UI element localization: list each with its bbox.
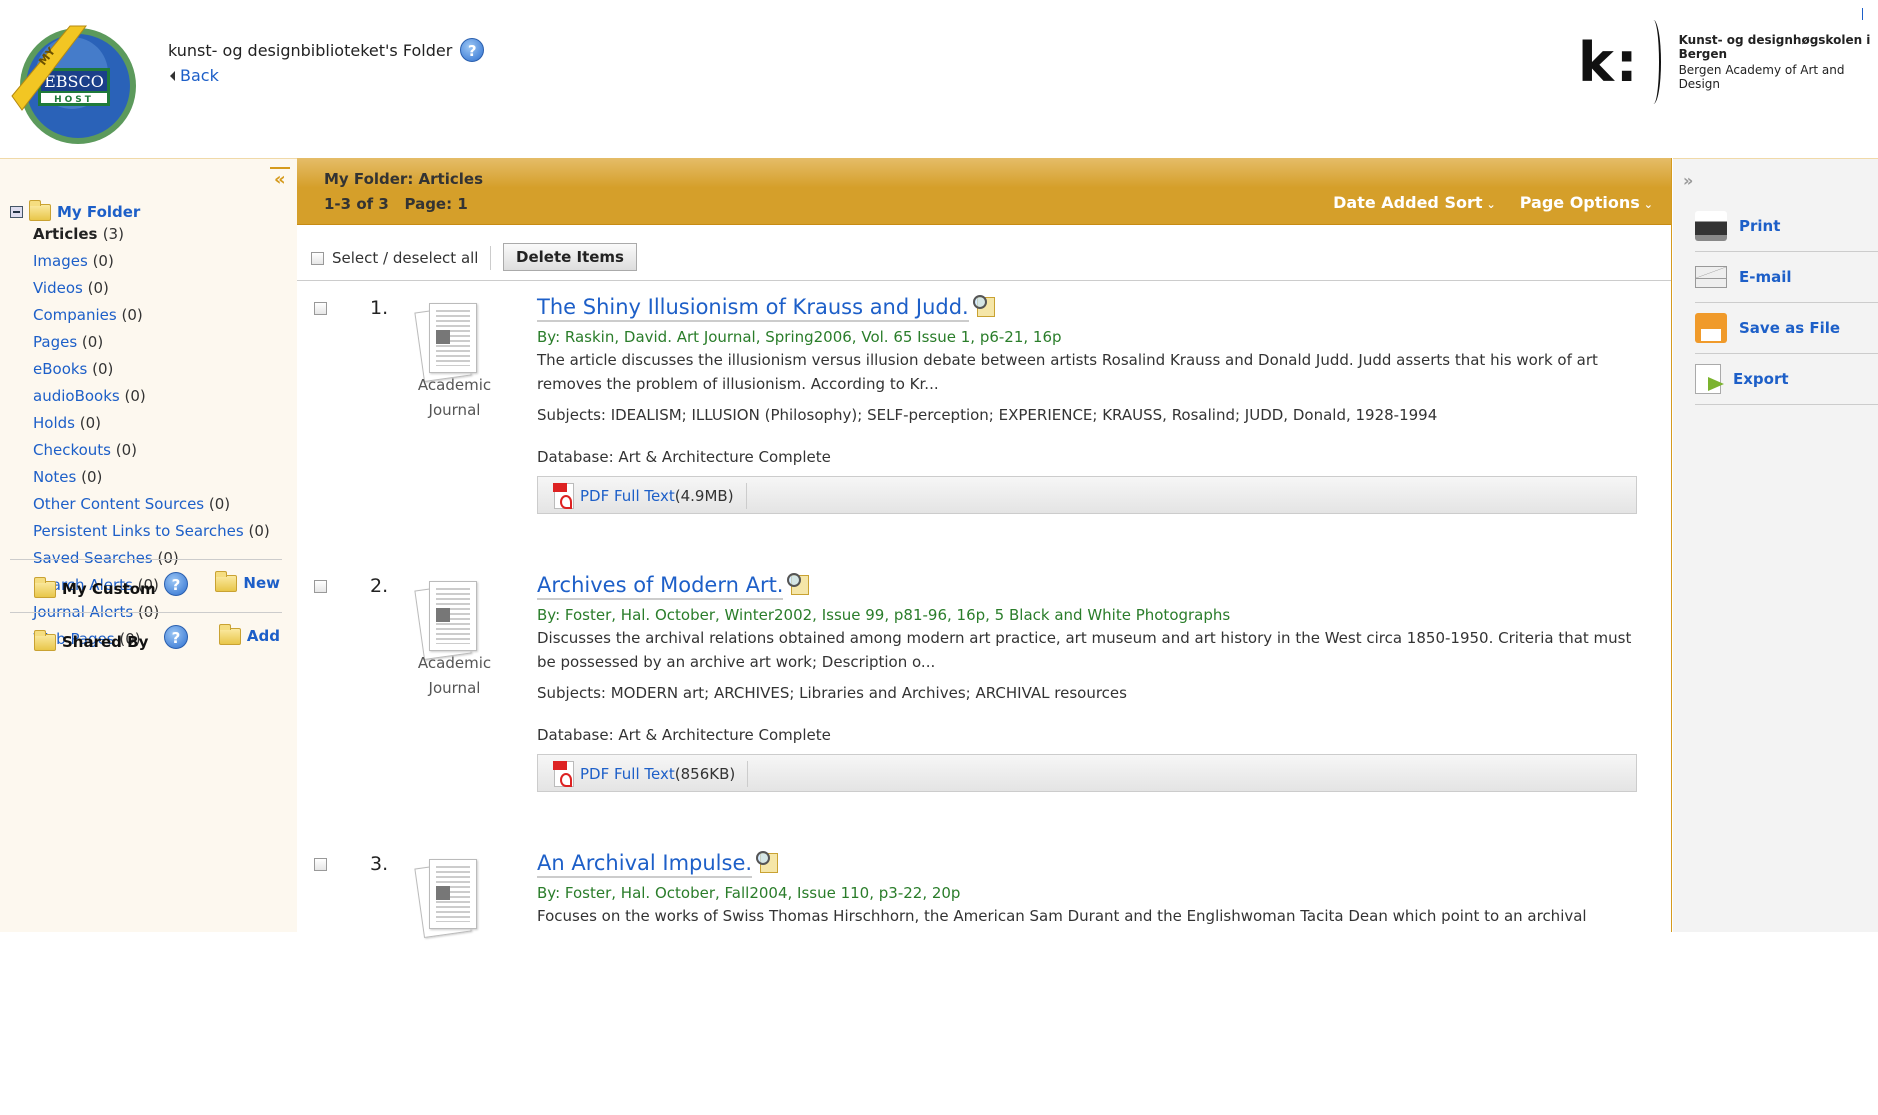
record-checkbox[interactable] <box>314 858 327 871</box>
record-title-link[interactable]: Archives of Modern Art. <box>537 573 784 600</box>
sort-dropdown[interactable]: Date Added Sort ⌄ <box>1333 193 1496 212</box>
record-number: 1. <box>370 297 389 319</box>
select-all-checkbox[interactable]: Select / deselect all <box>311 246 492 270</box>
folder-icon <box>34 576 56 598</box>
shared-by-section: Shared By ? Add <box>10 612 282 664</box>
my-ebscohost-logo: EBSCO HOST MY <box>11 25 136 144</box>
full-text-bar: PDF Full Text (856KB) <box>537 754 1637 792</box>
result-record: 3. An Archival Impulse. By: Foster, Hal.… <box>297 837 1672 1115</box>
publication-type: Academic Journal <box>417 654 492 697</box>
new-custom-folder-button[interactable]: New <box>215 570 280 592</box>
help-icon[interactable]: ? <box>164 625 188 649</box>
record-abstract: The article discusses the illusionism ve… <box>537 351 1598 393</box>
my-custom-section: My Custom ? New <box>10 559 282 611</box>
back-link[interactable]: Back <box>170 66 219 85</box>
svg-text:EBSCO: EBSCO <box>44 72 104 91</box>
record-byline: By: Foster, Hal. October, Fall2004, Issu… <box>537 884 961 902</box>
folder-title: kunst- og designbiblioteket's Folder ? <box>168 38 485 62</box>
sidebar-item-checkouts[interactable]: Checkouts (0) <box>33 437 270 464</box>
record-byline: By: Raskin, David. Art Journal, Spring20… <box>537 328 1062 346</box>
result-record: 1. Academic Journal The Shiny Illusionism … <box>297 281 1672 559</box>
sidebar-item-audiobooks[interactable]: audioBooks (0) <box>33 383 270 410</box>
full-text-bar: PDF Full Text (4.9MB) <box>537 476 1637 514</box>
results-header: My Folder: Articles 1-3 of 3 Page: 1 Dat… <box>297 158 1671 225</box>
collapse-tree-icon[interactable] <box>10 206 23 218</box>
my-folder-link[interactable]: My Folder <box>57 203 140 221</box>
delete-items-button[interactable]: Delete Items <box>503 243 637 271</box>
help-icon[interactable]: ? <box>164 572 188 596</box>
academic-journal-icon <box>414 579 493 661</box>
folder-icon <box>34 629 56 651</box>
back-arrow-icon <box>170 71 175 81</box>
main-content: My Folder: Articles 1-3 of 3 Page: 1 Dat… <box>297 158 1672 938</box>
results-toolbar: Select / deselect all Delete Items <box>297 225 1671 281</box>
pdf-icon <box>553 483 574 509</box>
print-button[interactable]: Print <box>1695 201 1878 252</box>
sidebar-item-ebooks[interactable]: eBooks (0) <box>33 356 270 383</box>
result-record: 2. Academic Journal Archives of Modern Art… <box>297 559 1672 837</box>
record-checkbox[interactable] <box>314 302 327 315</box>
collapse-sidebar-icon[interactable]: « <box>270 167 290 190</box>
sidebar-item-articles[interactable]: Articles (3) <box>33 221 270 248</box>
record-checkbox[interactable] <box>314 580 327 593</box>
top-divider <box>1862 8 1863 20</box>
institution-logo: k: Kunst- og designhøgskolen i Bergen Be… <box>1578 20 1878 104</box>
help-icon[interactable]: ? <box>460 38 485 62</box>
printer-icon <box>1695 211 1727 241</box>
record-title-link[interactable]: An Archival Impulse. <box>537 851 753 878</box>
record-database: Database: Art & Architecture Complete <box>537 726 831 744</box>
page-options-dropdown[interactable]: Page Options ⌄ <box>1520 193 1653 212</box>
record-abstract: Focuses on the works of Swiss Thomas Hir… <box>537 907 1587 925</box>
chevron-down-icon: ⌄ <box>1643 198 1653 211</box>
record-byline: By: Foster, Hal. October, Winter2002, Is… <box>537 606 1231 624</box>
sidebar-item-persistent-links-to-searches[interactable]: Persistent Links to Searches (0) <box>33 518 270 545</box>
chevron-down-icon: ⌄ <box>1486 198 1496 211</box>
svg-text:HOST: HOST <box>54 95 94 105</box>
preview-icon[interactable] <box>972 295 997 317</box>
email-icon <box>1695 266 1727 288</box>
result-count: 1-3 of 3 Page: 1 <box>324 195 468 213</box>
record-abstract: Discusses the archival relations obtaine… <box>537 629 1632 671</box>
floppy-disk-icon <box>1695 313 1727 343</box>
record-number: 3. <box>370 853 389 875</box>
academic-journal-icon <box>414 301 493 383</box>
tools-panel: » Print E-mail Save as File Export <box>1673 158 1878 932</box>
e-mail-button[interactable]: E-mail <box>1695 252 1878 303</box>
export-button[interactable]: Export <box>1695 354 1878 405</box>
sidebar-item-videos[interactable]: Videos (0) <box>33 275 270 302</box>
sidebar-item-other-content-sources[interactable]: Other Content Sources (0) <box>33 491 270 518</box>
sidebar-item-pages[interactable]: Pages (0) <box>33 329 270 356</box>
record-subjects: Subjects: MODERN art; ARCHIVES; Librarie… <box>537 684 1127 702</box>
save-as-file-button[interactable]: Save as File <box>1695 303 1878 354</box>
record-title-link[interactable]: The Shiny Illusionism of Krauss and Judd… <box>537 295 969 322</box>
record-number: 2. <box>370 575 389 597</box>
new-folder-icon <box>215 570 238 592</box>
folder-icon <box>29 199 51 221</box>
add-shared-folder-button[interactable]: Add <box>218 623 280 645</box>
record-subjects: Subjects: IDEALISM; ILLUSION (Philosophy… <box>537 406 1438 424</box>
pdf-full-text-link[interactable]: PDF Full Text <box>580 487 675 505</box>
pdf-full-text-link[interactable]: PDF Full Text <box>580 765 675 783</box>
preview-icon[interactable] <box>756 851 780 873</box>
expand-panel-icon[interactable]: » <box>1683 171 1693 190</box>
record-database: Database: Art & Architecture Complete <box>537 448 831 466</box>
export-icon <box>1695 364 1724 394</box>
folder-sidebar: « My Folder Articles (3) Images (0) Videos… <box>0 158 297 932</box>
sidebar-item-images[interactable]: Images (0) <box>33 248 270 275</box>
sidebar-item-notes[interactable]: Notes (0) <box>33 464 270 491</box>
sidebar-item-companies[interactable]: Companies (0) <box>33 302 270 329</box>
preview-icon[interactable] <box>787 573 811 595</box>
publication-type: Academic Journal <box>417 376 492 419</box>
add-folder-icon <box>218 623 241 645</box>
sidebar-item-holds[interactable]: Holds (0) <box>33 410 270 437</box>
pdf-icon <box>553 761 574 787</box>
academic-journal-icon <box>414 857 493 939</box>
page-title: My Folder: Articles <box>324 170 483 188</box>
